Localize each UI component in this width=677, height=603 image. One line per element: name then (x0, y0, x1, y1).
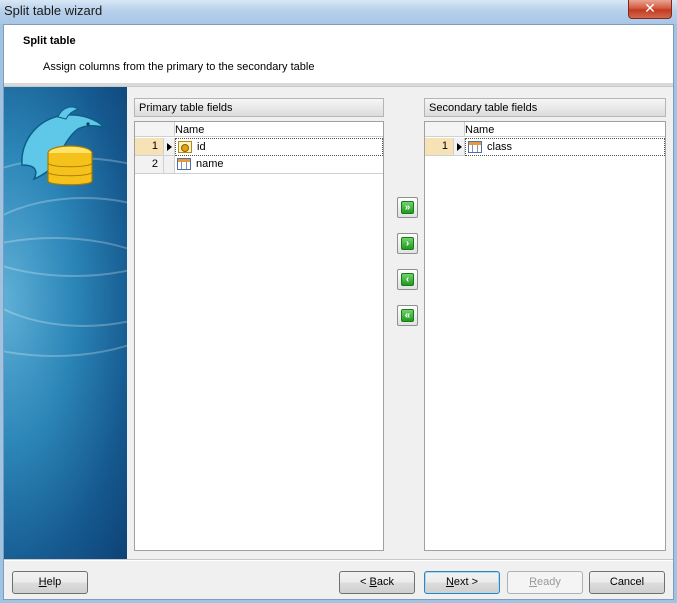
page-title: Split table (23, 35, 76, 47)
field-name-cell[interactable]: name (175, 156, 383, 174)
ready-button[interactable]: Ready (507, 571, 583, 594)
row-indicator (454, 138, 465, 156)
move-all-right-button[interactable]: » (397, 197, 418, 218)
wizard-content: Primary table fields Name 1 id 2 name » … (127, 87, 673, 559)
table-row[interactable]: 1 id (135, 138, 383, 156)
grid-column-header: Name (135, 122, 383, 137)
field-name-cell[interactable]: class (465, 138, 665, 156)
ready-label: eady (537, 576, 561, 588)
row-number: 1 (135, 138, 164, 156)
field-icon (177, 158, 191, 170)
primary-fields-grid[interactable]: Name 1 id 2 name (134, 121, 384, 551)
row-indicator (164, 156, 175, 174)
name-column-header[interactable]: Name (465, 124, 494, 136)
window-title: Split table wizard (4, 3, 103, 18)
dolphin-database-logo (21, 106, 107, 186)
field-name: name (196, 158, 224, 170)
close-button[interactable]: ✕ (628, 0, 672, 19)
field-name: class (487, 141, 513, 153)
move-right-button[interactable]: › (397, 233, 418, 254)
move-left-button[interactable]: ‹ (397, 269, 418, 290)
row-number: 1 (425, 138, 454, 156)
double-arrow-right-icon: » (401, 201, 414, 214)
banner-wave (4, 237, 127, 357)
help-label: elp (46, 576, 62, 588)
row-number: 2 (135, 156, 164, 174)
table-row[interactable]: 1 class (425, 138, 665, 156)
cancel-label: Cancel (609, 576, 645, 588)
grid-corner-cell (425, 122, 465, 136)
next-mnemonic: N (445, 576, 454, 588)
field-icon (468, 141, 482, 153)
arrow-left-icon: ‹ (401, 273, 414, 286)
secondary-fields-grid[interactable]: Name 1 class (424, 121, 666, 551)
wizard-dialog: Split table Assign columns from the prim… (3, 24, 674, 600)
next-button[interactable]: Next > (424, 571, 500, 594)
grid-corner-cell (135, 122, 175, 136)
wizard-header: Split table Assign columns from the prim… (4, 25, 673, 83)
back-button[interactable]: < Back (339, 571, 415, 594)
key-field-icon (178, 141, 192, 153)
field-name-cell[interactable]: id (175, 138, 383, 156)
footer-divider (4, 559, 673, 561)
cancel-button[interactable]: Cancel (589, 571, 665, 594)
name-column-header[interactable]: Name (175, 124, 204, 136)
help-mnemonic: H (38, 576, 47, 588)
secondary-fields-header: Secondary table fields (424, 98, 666, 117)
double-arrow-left-icon: « (401, 309, 414, 322)
page-subtitle: Assign columns from the primary to the s… (43, 61, 315, 73)
back-prefix: < (360, 576, 370, 588)
field-name: id (197, 141, 206, 153)
row-indicator (164, 138, 175, 156)
primary-fields-header: Primary table fields (134, 98, 384, 117)
table-row[interactable]: 2 name (135, 156, 383, 174)
title-bar: Split table wizard ✕ (0, 0, 677, 24)
next-label: ext > (453, 576, 479, 588)
arrow-right-icon: › (401, 237, 414, 250)
current-row-icon (457, 143, 462, 151)
back-mnemonic: B (369, 576, 377, 588)
move-all-left-button[interactable]: « (397, 305, 418, 326)
ready-mnemonic: R (529, 576, 538, 588)
help-button[interactable]: Help (12, 571, 88, 594)
current-row-icon (167, 143, 172, 151)
back-label: ack (376, 576, 394, 588)
wizard-banner (4, 87, 127, 559)
close-icon: ✕ (644, 0, 656, 16)
grid-column-header: Name (425, 122, 665, 137)
